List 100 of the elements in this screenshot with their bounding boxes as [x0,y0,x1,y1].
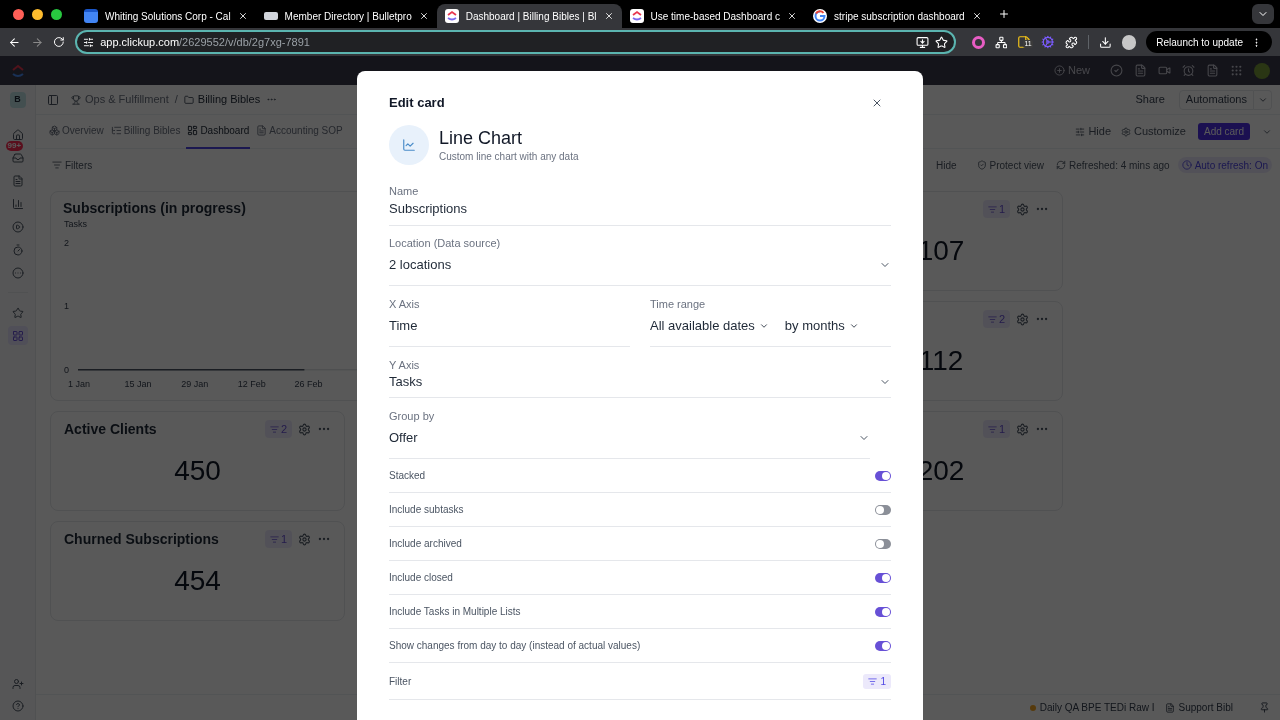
refresh-icon [1056,160,1066,170]
footer-item[interactable]: Support Bibl [1164,700,1233,715]
minimize-window-button[interactable] [32,8,43,20]
new-tab-icon[interactable] [997,8,1010,20]
tick-label: 2 [64,237,69,248]
select-field[interactable]: Subscriptions [389,200,891,218]
notification-badge: 99+ [5,141,24,151]
help-icon[interactable] [11,700,24,712]
settings-icon[interactable] [298,422,311,436]
close-window-button[interactable] [13,8,24,20]
toggle-switch[interactable] [875,640,891,651]
workspace-avatar[interactable]: B [9,92,26,108]
back-icon[interactable] [8,35,21,49]
select-field[interactable]: Offer [389,429,870,447]
download-icon[interactable] [1098,35,1112,49]
filters-button[interactable]: Filters [52,157,93,173]
field-label: Group by [389,409,435,423]
trophy-icon [71,94,81,105]
select-field[interactable]: 2 locations [389,256,891,274]
install-icon[interactable] [915,35,929,49]
toggle-switch[interactable] [875,606,891,617]
sidebar-item[interactable] [7,326,28,345]
breadcrumb-link[interactable]: Billing Bibles [197,91,261,108]
automations-menu-button[interactable] [1254,89,1272,110]
address-bar[interactable]: app.clickup.com/2629552/v/db/2g7xg-7891 [75,30,956,54]
extensions-icon[interactable] [1065,35,1078,49]
chevron-icon [758,321,769,331]
tab-list-button[interactable] [1252,4,1274,24]
protect-view-button[interactable]: Protect view [976,157,1044,173]
filter-icon [269,424,279,434]
dialog-title: Edit card [389,94,445,113]
settings-icon[interactable] [1016,202,1029,216]
tab-title: Member Directory | Bulletpro [284,9,412,24]
extension-icon[interactable] [994,35,1008,49]
invite-user-icon[interactable] [11,678,24,690]
view-tab[interactable]: Dashboard [186,114,251,149]
hide-button[interactable]: Hide [935,157,957,173]
automations-button[interactable]: Automations [1178,89,1254,110]
tab-title: Dashboard | Billing Bibles | Bl [465,9,597,24]
relaunch-button[interactable]: Relaunch to update [1146,31,1272,53]
field-label: Location (Data source) [389,236,501,250]
field-label: X Axis [389,297,420,311]
filter-icon [52,160,62,170]
list-icon [110,125,122,136]
interval-dropdown[interactable]: by months [784,316,859,336]
reload-icon[interactable] [53,36,66,48]
tick-label: 15 Jan [124,378,152,389]
toggle-label: Include archived [389,537,462,551]
metric-value: 112 [918,344,964,378]
close-icon[interactable] [787,11,798,21]
hide-button[interactable]: Hide [1075,123,1111,140]
toggle-label: Stacked [389,469,426,483]
tick-label: 12 Feb [237,378,266,389]
toggle-switch[interactable] [875,470,891,481]
date-range-dropdown[interactable]: All available dates [650,316,769,336]
toggle-switch[interactable] [875,538,891,549]
close-icon[interactable] [603,11,614,21]
filter-icon [987,314,997,324]
select-field[interactable]: Tasks [389,373,891,391]
settings-icon[interactable] [1016,422,1029,436]
timer-icon [11,243,24,256]
settings-icon[interactable] [298,532,311,546]
share-button[interactable]: Share [1127,89,1173,110]
user-avatar[interactable] [1254,62,1270,79]
settings-icon[interactable] [1016,312,1029,326]
plus-icon [1054,65,1065,76]
check-icon[interactable] [1110,64,1123,77]
customize-button[interactable]: Customize [1121,123,1186,140]
document-icon[interactable] [1134,64,1147,77]
metric-value: 454 [174,564,221,598]
task-status-icon [1029,704,1036,711]
close-icon[interactable] [971,11,982,21]
alarm-clock-icon[interactable] [1182,64,1195,77]
close-icon[interactable] [237,11,248,21]
axis-label: Tasks [64,218,87,230]
toggle-label: Include closed [389,571,453,585]
forward-icon[interactable] [30,35,44,49]
grid-icon [49,125,60,136]
ring-extension-icon[interactable] [971,35,985,49]
bar-chart-icon [11,197,24,210]
video-icon[interactable] [1158,64,1171,77]
browser-tab[interactable]: Dashboard | Billing Bibles | Bl [436,4,622,28]
profile-avatar[interactable] [1121,34,1137,50]
sidebar-toggle-icon[interactable] [47,93,59,106]
toggle-switch[interactable] [875,504,891,515]
apps-grid-icon[interactable] [1230,64,1243,77]
close-icon[interactable] [871,97,883,109]
maximize-window-button[interactable] [51,8,62,20]
add-card-button[interactable]: Add card [1197,123,1250,140]
card-title: Subscriptions (in progress) [63,198,246,218]
bookmark-star-icon[interactable] [934,35,948,49]
filter-count-badge[interactable]: 1 [863,673,891,689]
document-icon[interactable] [1206,64,1219,77]
gear-extension-icon[interactable] [1041,35,1056,49]
select-field[interactable]: Time [389,317,630,335]
pin-icon[interactable] [1259,702,1270,713]
tick-label: 0 [64,364,69,375]
close-icon[interactable] [418,11,429,21]
dashboard-icon [187,125,199,136]
toggle-switch[interactable] [875,572,891,583]
